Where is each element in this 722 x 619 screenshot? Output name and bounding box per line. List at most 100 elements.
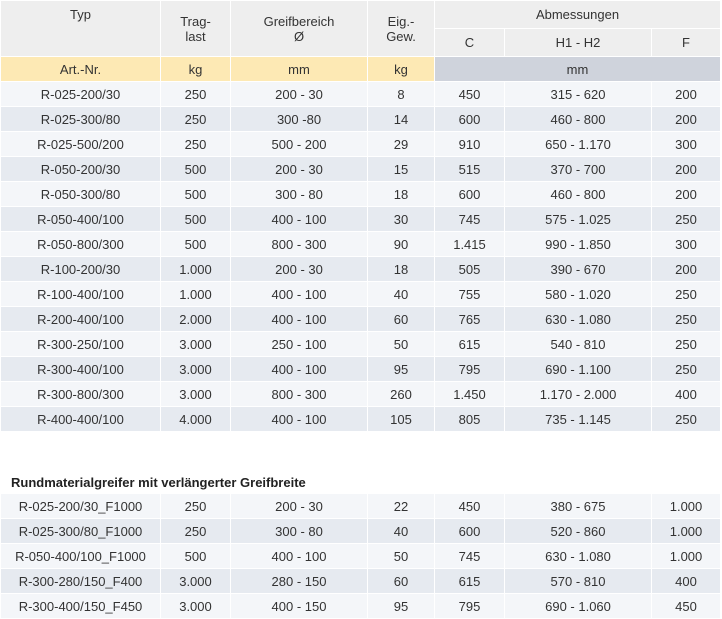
- table-cell: 4.000: [160, 406, 231, 432]
- unit-kg: kg: [160, 56, 231, 82]
- table-body-extended: R-025-200/30_F1000 250 200 - 30 22 450 380 - …: [0, 493, 722, 619]
- table-row: R-025-500/200 250 500 - 200 29 910 650 - 1.17…: [0, 131, 722, 157]
- table-cell: 250: [160, 518, 231, 544]
- table-cell: R-025-200/30: [0, 81, 161, 107]
- table-cell: R-025-300/80_F1000: [0, 518, 161, 544]
- table-cell: 615: [434, 568, 505, 594]
- table-cell: 800 - 300: [230, 381, 368, 407]
- table-cell: 200 - 30: [230, 256, 368, 282]
- table-cell: 570 - 810: [504, 568, 652, 594]
- table-cell: 315 - 620: [504, 81, 652, 107]
- table-cell: 200 - 30: [230, 493, 368, 519]
- table-row: R-100-200/30 1.000 200 - 30 18 505 390 - 670 2…: [0, 256, 722, 282]
- table-cell: 735 - 1.145: [504, 406, 652, 432]
- table-cell: 400 - 100: [230, 306, 368, 332]
- product-table: Typ Trag-last Greifbereich Ø Eig.- Gew. Ab…: [0, 0, 722, 619]
- table-cell: 745: [434, 543, 505, 569]
- table-cell: 400 - 100: [230, 206, 368, 232]
- table-cell: 370 - 700: [504, 156, 652, 182]
- table-cell: 250: [160, 131, 231, 157]
- table-cell: R-300-250/100: [0, 331, 161, 357]
- table-cell: R-100-400/100: [0, 281, 161, 307]
- table-cell: 500: [160, 156, 231, 182]
- table-cell: 260: [367, 381, 435, 407]
- table-cell: 600: [434, 518, 505, 544]
- table-cell: 15: [367, 156, 435, 182]
- table-cell: 400: [650, 568, 722, 594]
- table-cell: 250: [650, 281, 722, 307]
- table-cell: 1.000: [650, 493, 722, 519]
- table-cell: 795: [434, 593, 505, 619]
- header-c: C: [434, 28, 505, 57]
- table-cell: R-050-400/100_F1000: [0, 543, 161, 569]
- table-cell: 90: [367, 231, 435, 257]
- table-cell: R-050-400/100: [0, 206, 161, 232]
- table-cell: 2.000: [160, 306, 231, 332]
- table-cell: 400 - 150: [230, 593, 368, 619]
- table-cell: 795: [434, 356, 505, 382]
- table-cell: 18: [367, 256, 435, 282]
- table-cell: 200: [650, 81, 722, 107]
- table-cell: 300 - 80: [230, 518, 368, 544]
- table-cell: 910: [434, 131, 505, 157]
- table-row: R-300-400/150_F450 3.000 400 - 150 95 795 690…: [0, 593, 722, 619]
- table-cell: 630 - 1.080: [504, 306, 652, 332]
- table-row: R-400-400/100 4.000 400 - 100 105 805 735 - 1…: [0, 406, 722, 432]
- table-cell: 450: [650, 593, 722, 619]
- table-cell: 690 - 1.100: [504, 356, 652, 382]
- table-cell: 500: [160, 181, 231, 207]
- table-cell: 600: [434, 181, 505, 207]
- table-cell: 18: [367, 181, 435, 207]
- unit-kg-weight: kg: [367, 56, 435, 82]
- table-cell: 200 - 30: [230, 81, 368, 107]
- table-cell: 1.170 - 2.000: [504, 381, 652, 407]
- table-cell: 515: [434, 156, 505, 182]
- table-cell: 3.000: [160, 568, 231, 594]
- table-cell: 200: [650, 256, 722, 282]
- table-cell: R-050-300/80: [0, 181, 161, 207]
- header-h1h2: H1 - H2: [504, 28, 652, 57]
- table-cell: 650 - 1.170: [504, 131, 652, 157]
- table-cell: 40: [367, 518, 435, 544]
- table-cell: 3.000: [160, 381, 231, 407]
- table-cell: 30: [367, 206, 435, 232]
- table-cell: 3.000: [160, 356, 231, 382]
- table-cell: 575 - 1.025: [504, 206, 652, 232]
- table-cell: 450: [434, 81, 505, 107]
- table-cell: 250: [650, 356, 722, 382]
- table-cell: 805: [434, 406, 505, 432]
- unit-artnr: Art.-Nr.: [0, 56, 161, 82]
- unit-mm-dimensions: mm: [433, 56, 722, 82]
- table-cell: 22: [367, 493, 435, 519]
- table-cell: 1.000: [160, 281, 231, 307]
- table-cell: R-300-280/150_F400: [0, 568, 161, 594]
- table-row: R-050-400/100 500 400 - 100 30 745 575 - 1.02…: [0, 206, 722, 232]
- table-cell: R-100-200/30: [0, 256, 161, 282]
- table-cell: 95: [367, 593, 435, 619]
- table-cell: 540 - 810: [504, 331, 652, 357]
- table-cell: 500: [160, 206, 231, 232]
- table-cell: R-025-500/200: [0, 131, 161, 157]
- table-cell: 250: [650, 331, 722, 357]
- table-cell: 3.000: [160, 331, 231, 357]
- table-cell: 460 - 800: [504, 181, 652, 207]
- table-cell: 300: [650, 131, 722, 157]
- table-cell: 600: [434, 106, 505, 132]
- table-cell: 460 - 800: [504, 106, 652, 132]
- table-cell: 200: [650, 106, 722, 132]
- table-cell: 450: [434, 493, 505, 519]
- table-cell: 300 - 80: [230, 181, 368, 207]
- table-cell: R-025-200/30_F1000: [0, 493, 161, 519]
- table-cell: 60: [367, 568, 435, 594]
- header-traglast: Trag-last: [160, 0, 231, 57]
- table-cell: 990 - 1.850: [504, 231, 652, 257]
- table-cell: 580 - 1.020: [504, 281, 652, 307]
- table-cell: 95: [367, 356, 435, 382]
- table-cell: 630 - 1.080: [504, 543, 652, 569]
- table-row: R-050-200/30 500 200 - 30 15 515 370 - 700 200: [0, 156, 722, 182]
- table-cell: 1.450: [434, 381, 505, 407]
- table-cell: 60: [367, 306, 435, 332]
- table-cell: 505: [434, 256, 505, 282]
- table-cell: 400 - 100: [230, 281, 368, 307]
- table-cell: 1.415: [434, 231, 505, 257]
